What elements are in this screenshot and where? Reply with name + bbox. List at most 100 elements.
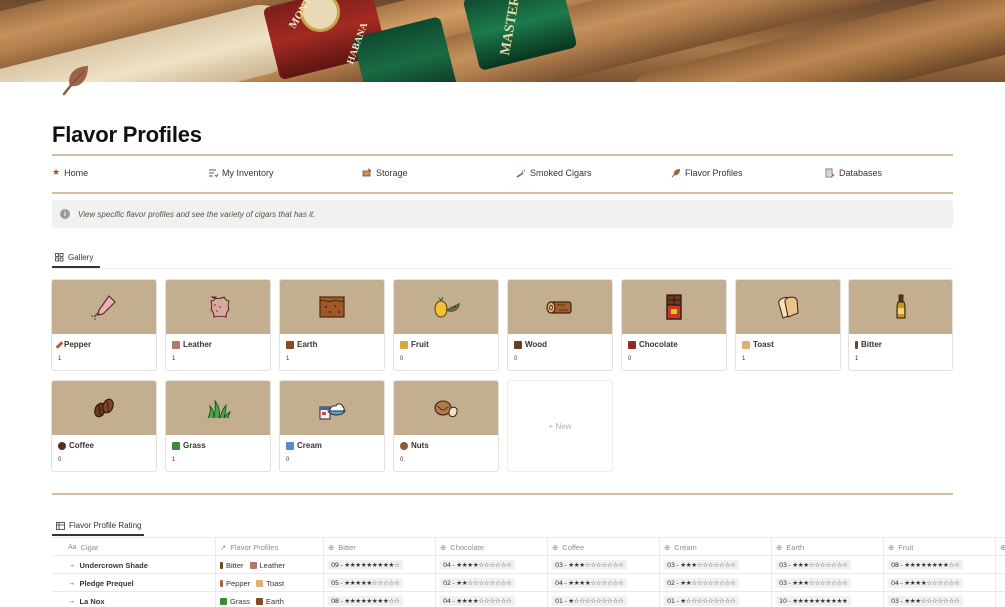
nav-smoked-cigars[interactable]: Smoked Cigars <box>516 168 592 178</box>
header-cream[interactable]: ⊕ Cream <box>664 538 697 556</box>
cover-image: MONTE HABANA MASTERS <box>0 0 1005 82</box>
flavor-profiles-cell[interactable]: Bitter Leather <box>220 556 291 574</box>
nav-home[interactable]: ★ Home <box>52 168 88 178</box>
fruit-cell[interactable]: 04 - ★★★★☆☆☆☆☆☆ <box>888 574 963 592</box>
bitter-cell[interactable]: 08 - ★★★★★★★★☆☆ <box>328 592 403 607</box>
card-title: Coffee <box>69 441 94 450</box>
nav-flavor-profiles-label: Flavor Profiles <box>685 168 743 178</box>
card-coffee[interactable]: Coffee 0 <box>51 380 157 472</box>
chocolate-cell[interactable]: 04 - ★★★★☆☆☆☆☆☆ <box>440 556 515 574</box>
tab-flavor-profile-rating[interactable]: Flavor Profile Rating <box>56 521 141 530</box>
card-cover <box>394 381 498 435</box>
table-row[interactable]: ⌁ La Nox Grass Earth 08 - ★★★★★★★★☆☆ 04 -… <box>52 592 1005 607</box>
bitter-cell[interactable]: 09 - ★★★★★★★★★☆ <box>328 556 403 574</box>
new-card-button[interactable]: + New <box>507 380 613 472</box>
card-wood[interactable]: Wood 0 <box>507 279 613 371</box>
divider <box>52 493 953 495</box>
header-cigar[interactable]: Aa Cigar <box>68 538 99 556</box>
header-flavor-profiles[interactable]: ↗ Flavor Profiles <box>220 538 278 556</box>
tab-gallery[interactable]: Gallery <box>55 253 93 262</box>
coffee-icon <box>58 441 66 450</box>
page-title: Flavor Profiles <box>52 122 202 147</box>
tag-label: Earth <box>266 596 284 606</box>
tag-label: Pepper <box>226 578 251 588</box>
card-title: Chocolate <box>639 340 678 349</box>
earth-icon <box>319 296 345 318</box>
card-cream[interactable]: Cream 0 <box>279 380 385 472</box>
rating: 08 - ★★★★★★★★☆☆ <box>888 560 963 570</box>
tag: Grass <box>220 597 250 606</box>
nav-home-label: Home <box>64 168 89 178</box>
header-coffee[interactable]: ⊕ Coffee <box>552 538 584 556</box>
card-grass[interactable]: Grass 1 <box>165 380 271 472</box>
text-prop-icon: Aa <box>68 543 77 551</box>
card-leather[interactable]: Leather 1 <box>165 279 271 371</box>
cream-cell[interactable]: 03 - ★★★☆☆☆☆☆☆☆ <box>664 556 739 574</box>
flavor-profiles-cell[interactable]: Pepper Toast <box>220 574 290 592</box>
rating: 04 - ★★★★☆☆☆☆☆☆ <box>888 578 963 588</box>
table-row[interactable]: ⌁ Undercrown Shade Bitter Leather 09 - ★★… <box>52 556 1005 574</box>
page-icon: ⌁ <box>70 578 75 588</box>
tag-label: Bitter <box>226 560 244 570</box>
header-label: Coffee <box>562 542 585 552</box>
header-next[interactable]: ⊕ <box>1000 538 1005 556</box>
card-nuts[interactable]: Nuts 0 <box>393 380 499 472</box>
card-cover <box>166 381 270 435</box>
fruit-cell[interactable]: 03 - ★★★☆☆☆☆☆☆☆ <box>888 592 963 607</box>
pepper-icon <box>91 295 116 320</box>
cigar-name: Undercrown Shade <box>79 560 148 570</box>
tab-underline <box>52 534 144 536</box>
card-count: 0 <box>400 457 404 463</box>
bitter-cell[interactable]: 05 - ★★★★★☆☆☆☆☆ <box>328 574 403 592</box>
flavor-profiles-cell[interactable]: Grass Earth <box>220 592 290 607</box>
earth-cell[interactable]: 10 - ★★★★★★★★★★ <box>776 592 851 607</box>
tag: Bitter <box>220 561 244 570</box>
card-cover <box>52 280 156 334</box>
header-chocolate[interactable]: ⊕ Chocolate <box>440 538 484 556</box>
earth-icon <box>256 597 264 605</box>
header-bitter[interactable]: ⊕ Bitter <box>328 538 356 556</box>
nav-storage[interactable]: Storage <box>362 168 408 178</box>
earth-cell[interactable]: 03 - ★★★☆☆☆☆☆☆☆ <box>776 574 851 592</box>
nav-my-inventory[interactable]: My Inventory <box>208 168 274 178</box>
header-earth[interactable]: ⊕ Earth <box>776 538 804 556</box>
earth-cell[interactable]: 03 - ★★★☆☆☆☆☆☆☆ <box>776 556 851 574</box>
nav-flavor-profiles[interactable]: Flavor Profiles <box>671 168 743 178</box>
fruit-icon <box>400 340 408 349</box>
nav-databases[interactable]: Databases <box>825 168 882 178</box>
coffee-cell[interactable]: 03 - ★★★☆☆☆☆☆☆☆ <box>552 556 627 574</box>
card-count: 0 <box>58 457 62 463</box>
card-count: 1 <box>742 356 746 362</box>
cream-cell[interactable]: 01 - ★☆☆☆☆☆☆☆☆☆ <box>664 592 739 607</box>
cigar-cell[interactable]: ⌁ Undercrown Shade <box>70 556 148 574</box>
cigar-cell[interactable]: ⌁ Pledge Prequel <box>70 574 134 592</box>
card-bitter[interactable]: Bitter 1 <box>848 279 953 371</box>
rating: 04 - ★★★★☆☆☆☆☆☆ <box>440 596 515 606</box>
header-label: Chocolate <box>450 542 485 552</box>
pepper-icon <box>55 340 64 349</box>
cream-cell[interactable]: 02 - ★★☆☆☆☆☆☆☆☆ <box>664 574 739 592</box>
chocolate-cell[interactable]: 02 - ★★☆☆☆☆☆☆☆☆ <box>440 574 515 592</box>
cigar-cell[interactable]: ⌁ La Nox <box>70 592 105 607</box>
coffee-cell[interactable]: 01 - ★☆☆☆☆☆☆☆☆☆ <box>552 592 627 607</box>
leaf-icon[interactable] <box>58 62 94 98</box>
star-icon: ★ <box>52 168 61 178</box>
page-icon: ⌁ <box>70 560 75 570</box>
fruit-cell[interactable]: 08 - ★★★★★★★★☆☆ <box>888 556 963 574</box>
formula-icon: ⊕ <box>888 542 895 552</box>
card-chocolate[interactable]: Chocolate 0 <box>621 279 727 371</box>
card-earth[interactable]: Earth 1 <box>279 279 385 371</box>
card-fruit[interactable]: Fruit 0 <box>393 279 499 371</box>
divider <box>52 192 953 194</box>
table-header: Aa Cigar ↗ Flavor Profiles ⊕ Bitter ⊕ Chocol… <box>52 538 1005 556</box>
card-count: 1 <box>855 356 859 362</box>
card-toast[interactable]: Toast 1 <box>735 279 841 371</box>
table-row[interactable]: ⌁ Pledge Prequel Pepper Toast 05 - ★★★★★☆… <box>52 574 1005 592</box>
wood-icon <box>546 301 572 314</box>
chocolate-cell[interactable]: 04 - ★★★★☆☆☆☆☆☆ <box>440 592 515 607</box>
rating: 03 - ★★★☆☆☆☆☆☆☆ <box>776 578 851 588</box>
coffee-cell[interactable]: 04 - ★★★★☆☆☆☆☆☆ <box>552 574 627 592</box>
card-pepper[interactable]: Pepper 1 <box>51 279 157 371</box>
header-fruit[interactable]: ⊕ Fruit <box>888 538 913 556</box>
header-label: Earth <box>786 542 805 552</box>
